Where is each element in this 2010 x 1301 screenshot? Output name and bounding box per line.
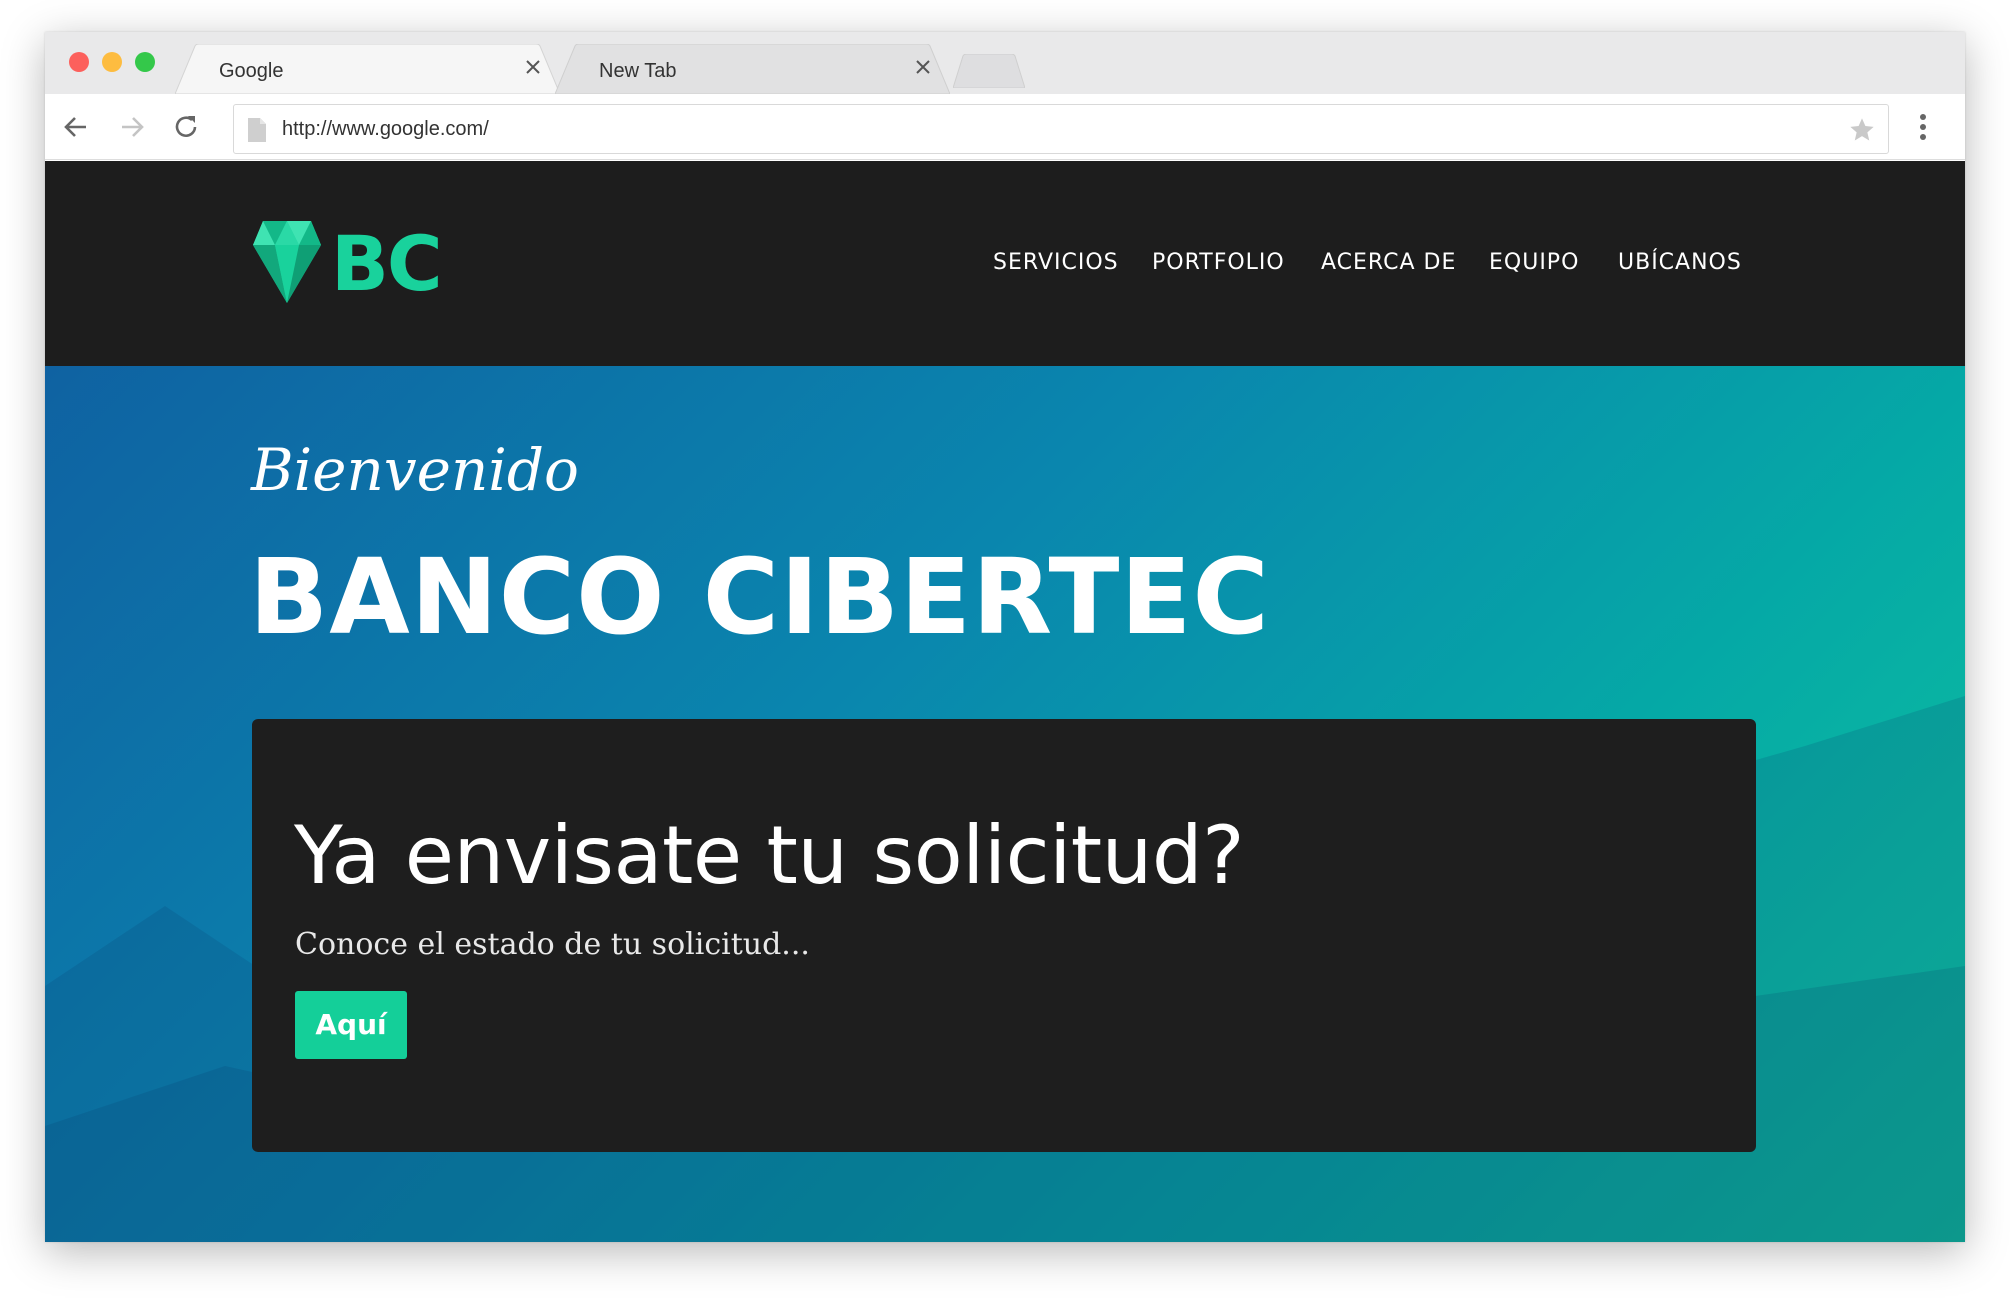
tab-title: New Tab bbox=[599, 60, 677, 82]
tab-new-tab[interactable]: New Tab bbox=[555, 44, 950, 94]
close-window-button[interactable] bbox=[69, 52, 89, 72]
tab-title: Google bbox=[219, 60, 284, 82]
page-viewport: BC SERVICIOS PORTFOLIO ACERCA DE EQUIPO … bbox=[45, 161, 1965, 1242]
page-icon bbox=[248, 118, 266, 142]
kebab-menu-icon[interactable] bbox=[1913, 110, 1933, 144]
hero-welcome-text: Bienvenido bbox=[251, 436, 579, 504]
close-tab-icon[interactable] bbox=[910, 54, 936, 80]
nav-item-equipo[interactable]: EQUIPO bbox=[1489, 243, 1579, 283]
request-status-card: Ya envisate tu solicitud? Conoce el esta… bbox=[252, 719, 1756, 1152]
minimize-window-button[interactable] bbox=[102, 52, 122, 72]
browser-toolbar: http://www.google.com/ bbox=[45, 94, 1965, 160]
hero-title: BANCO CIBERTEC bbox=[249, 536, 1270, 658]
nav-item-servicios[interactable]: SERVICIOS bbox=[993, 243, 1119, 283]
close-tab-icon[interactable] bbox=[520, 54, 546, 80]
new-tab-button[interactable] bbox=[953, 54, 1025, 88]
tab-strip: Google New Tab bbox=[45, 32, 1965, 94]
hero-section: Bienvenido BANCO CIBERTEC Ya envisate tu… bbox=[45, 366, 1965, 1242]
card-heading: Ya envisate tu solicitud? bbox=[294, 809, 1245, 902]
url-text: http://www.google.com/ bbox=[282, 118, 489, 140]
reload-icon[interactable] bbox=[169, 110, 203, 144]
site-header: BC SERVICIOS PORTFOLIO ACERCA DE EQUIPO … bbox=[45, 161, 1965, 366]
zoom-window-button[interactable] bbox=[135, 52, 155, 72]
card-description: Conoce el estado de tu solicitud... bbox=[295, 927, 810, 962]
back-arrow-icon[interactable] bbox=[59, 110, 93, 144]
aqui-button[interactable]: Aquí bbox=[295, 991, 407, 1059]
forward-arrow-icon[interactable] bbox=[115, 110, 149, 144]
bookmark-star-icon[interactable] bbox=[1848, 116, 1876, 144]
tab-google[interactable]: Google bbox=[175, 44, 560, 94]
nav-item-acerca-de[interactable]: ACERCA DE bbox=[1321, 243, 1456, 283]
nav-item-portfolio[interactable]: PORTFOLIO bbox=[1152, 243, 1285, 283]
nav-item-ubicanos[interactable]: UBÍCANOS bbox=[1618, 243, 1742, 283]
site-nav-menu: SERVICIOS PORTFOLIO ACERCA DE EQUIPO UBÍ… bbox=[45, 243, 1965, 283]
address-bar[interactable]: http://www.google.com/ bbox=[233, 104, 1889, 154]
browser-window: Google New Tab http://www.google.com/ BC… bbox=[45, 32, 1965, 1242]
